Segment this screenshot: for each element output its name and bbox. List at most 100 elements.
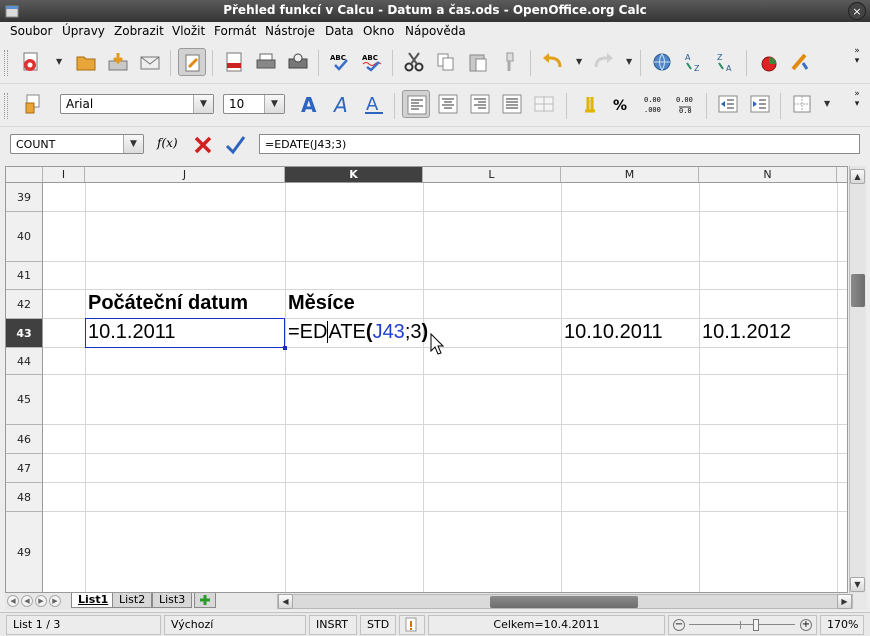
- first-sheet-icon[interactable]: ◀: [7, 595, 19, 607]
- font-size-combo[interactable]: 10 ▼: [223, 94, 285, 114]
- sort-ascending-button[interactable]: AZ: [680, 48, 708, 76]
- show-draw-functions-button[interactable]: [786, 48, 814, 76]
- cell-k43-editing[interactable]: =EDATE(J43;3): [288, 321, 428, 344]
- cancel-button[interactable]: [192, 134, 214, 156]
- column-header-o[interactable]: [837, 167, 847, 183]
- zoom-slider-thumb[interactable]: [753, 619, 759, 631]
- status-insert-mode[interactable]: INSRT: [309, 615, 357, 635]
- add-sheet-button[interactable]: [194, 593, 216, 608]
- horizontal-scroll-thumb[interactable]: [490, 596, 638, 608]
- insert-chart-button[interactable]: [754, 48, 782, 76]
- fill-handle[interactable]: [283, 346, 287, 350]
- zoom-out-icon[interactable]: −: [673, 619, 685, 631]
- row-header-45[interactable]: 45: [6, 375, 43, 425]
- status-selection-mode[interactable]: STD: [360, 615, 396, 635]
- italic-button[interactable]: A: [328, 90, 356, 118]
- status-zoom[interactable]: 170%: [820, 615, 864, 635]
- row-header-47[interactable]: 47: [6, 454, 43, 483]
- increase-indent-button[interactable]: [746, 90, 774, 118]
- close-window-button[interactable]: ×: [848, 2, 866, 20]
- align-center-button[interactable]: [434, 90, 462, 118]
- vertical-scrollbar[interactable]: ▲ ▼: [849, 166, 866, 593]
- column-header-j[interactable]: J: [85, 167, 285, 183]
- redo-button[interactable]: [590, 48, 618, 76]
- undo-button[interactable]: [538, 48, 566, 76]
- row-header-41[interactable]: 41: [6, 262, 43, 290]
- row-header-44[interactable]: 44: [6, 348, 43, 375]
- sort-descending-button[interactable]: ZA: [712, 48, 740, 76]
- edit-file-button[interactable]: [178, 48, 206, 76]
- menu-napoveda[interactable]: Nápověda: [405, 24, 466, 38]
- scroll-down-icon[interactable]: ▼: [850, 577, 865, 592]
- zoom-slider[interactable]: − +: [668, 615, 817, 635]
- page-preview-button[interactable]: [284, 48, 312, 76]
- hyperlink-button[interactable]: [648, 48, 676, 76]
- underline-button[interactable]: A: [360, 90, 388, 118]
- status-page-style[interactable]: Výchozí: [164, 615, 306, 635]
- email-button[interactable]: [136, 48, 164, 76]
- menu-okno[interactable]: Okno: [363, 24, 394, 38]
- align-right-button[interactable]: [466, 90, 494, 118]
- scroll-left-icon[interactable]: ◀: [278, 594, 293, 609]
- menu-zobrazit[interactable]: Zobrazit: [114, 24, 164, 38]
- new-dropdown-icon[interactable]: ▼: [56, 57, 66, 66]
- menu-data[interactable]: Data: [325, 24, 354, 38]
- align-left-button[interactable]: [402, 90, 430, 118]
- bold-button[interactable]: A: [296, 90, 324, 118]
- column-header-k[interactable]: K: [285, 167, 423, 183]
- styles-formatting-button[interactable]: [18, 90, 46, 118]
- redo-dropdown-icon[interactable]: ▼: [626, 57, 636, 66]
- menu-soubor[interactable]: Soubor: [10, 24, 52, 38]
- delete-decimal-button[interactable]: 0.00 0.0: [672, 90, 700, 118]
- select-all-corner[interactable]: [6, 167, 43, 183]
- clone-formatting-button[interactable]: [496, 48, 524, 76]
- vertical-scroll-thumb[interactable]: [851, 274, 865, 307]
- last-sheet-icon[interactable]: ▶: [49, 595, 61, 607]
- print-button[interactable]: [252, 48, 280, 76]
- chevron-down-icon[interactable]: ▼: [264, 95, 284, 113]
- formula-input[interactable]: =EDATE(J43;3): [259, 134, 860, 154]
- accept-button[interactable]: [224, 134, 246, 156]
- row-header-40[interactable]: 40: [6, 212, 43, 262]
- copy-button[interactable]: [432, 48, 460, 76]
- borders-button[interactable]: [788, 90, 816, 118]
- cell-j42[interactable]: Počáteční datum: [88, 292, 248, 315]
- zoom-track[interactable]: [689, 624, 795, 625]
- toolbar-grip[interactable]: [4, 50, 8, 76]
- percent-format-button[interactable]: %: [608, 90, 636, 118]
- zoom-in-icon[interactable]: +: [800, 619, 812, 631]
- toolbar-overflow-icon[interactable]: » ▾: [852, 89, 862, 109]
- column-header-m[interactable]: M: [561, 167, 699, 183]
- cell-k42[interactable]: Měsíce: [288, 292, 355, 315]
- save-button[interactable]: [104, 48, 132, 76]
- new-document-button[interactable]: [18, 48, 46, 76]
- font-name-combo[interactable]: Arial ▼: [60, 94, 214, 114]
- previous-sheet-icon[interactable]: ◀: [21, 595, 33, 607]
- scroll-up-icon[interactable]: ▲: [850, 169, 865, 184]
- auto-spellcheck-button[interactable]: ABC: [358, 48, 386, 76]
- row-header-42[interactable]: 42: [6, 290, 43, 319]
- row-header-48[interactable]: 48: [6, 483, 43, 512]
- row-header-46[interactable]: 46: [6, 425, 43, 454]
- menu-upravy[interactable]: Úpravy: [62, 24, 105, 38]
- cell-n43[interactable]: 10.1.2012: [702, 321, 791, 344]
- column-header-l[interactable]: L: [423, 167, 561, 183]
- column-header-n[interactable]: N: [699, 167, 837, 183]
- row-header-39[interactable]: 39: [6, 183, 43, 212]
- menu-nastroje[interactable]: Nástroje: [265, 24, 315, 38]
- scroll-right-icon[interactable]: ▶: [837, 594, 852, 609]
- decrease-indent-button[interactable]: [714, 90, 742, 118]
- toolbar-overflow-icon[interactable]: » ▾: [852, 46, 862, 66]
- menu-vlozit[interactable]: Vložit: [172, 24, 205, 38]
- undo-dropdown-icon[interactable]: ▼: [576, 57, 586, 66]
- sheet-tab-list3[interactable]: List3: [152, 593, 193, 608]
- add-decimal-button[interactable]: 0.00 .000: [640, 90, 668, 118]
- name-box[interactable]: COUNT ▼: [10, 134, 144, 154]
- sheet-tab-list1[interactable]: List1: [71, 593, 116, 608]
- justify-button[interactable]: [498, 90, 526, 118]
- merge-cells-button[interactable]: [530, 90, 558, 118]
- paste-button[interactable]: [464, 48, 492, 76]
- column-header-i[interactable]: I: [43, 167, 85, 183]
- menu-format[interactable]: Formát: [214, 24, 256, 38]
- row-header-49[interactable]: 49: [6, 512, 43, 592]
